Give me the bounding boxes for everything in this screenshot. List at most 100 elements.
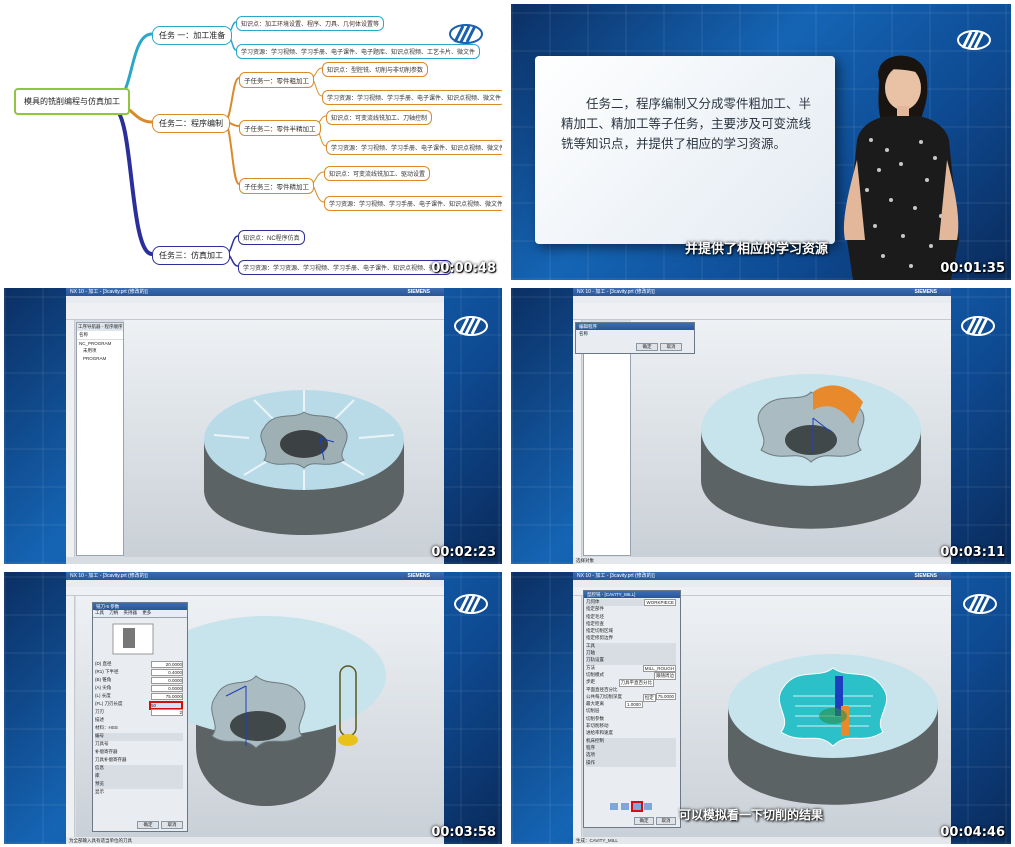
ok-button[interactable]: 确定 xyxy=(634,817,654,825)
tab-more[interactable]: 更多 xyxy=(140,610,153,615)
video-thumbnail-3[interactable]: NX 10 - 加工 - [3cavity.prt (修改的)] SIEMENS… xyxy=(4,288,502,564)
label-description: 描述 xyxy=(95,717,104,722)
subtask2-knowledge: 知识点：可变流线铣加工、刀轴控制 xyxy=(326,110,433,125)
section-numbers[interactable]: 编号 xyxy=(95,733,183,741)
tab-fixture[interactable]: 夹持器 xyxy=(122,610,140,615)
lecture-card: 任务二，程序编制又分成零件粗加工、半精加工、精加工等子任务，主要涉及可变流线铣等… xyxy=(535,56,835,244)
section-actions[interactable]: 操作 xyxy=(586,759,676,767)
cancel-button[interactable]: 取消 xyxy=(161,821,183,829)
field-diameter[interactable]: (D) 直径 20.0000 xyxy=(95,661,183,669)
part-model xyxy=(701,374,921,529)
field-stepover[interactable]: 步距 刀具平直百分比 xyxy=(586,679,676,688)
brand-logo-icon xyxy=(454,594,488,614)
navigator-item[interactable]: 未用项 xyxy=(77,347,123,355)
cancel-button[interactable]: 取消 xyxy=(660,343,682,351)
toolbar-2[interactable] xyxy=(573,311,951,320)
dialog-name-field[interactable]: 名称 xyxy=(576,330,694,338)
cavity-mill-dialog[interactable]: 型腔铣 - [CAVITY_MILL] 几何体 WORKPIECE 指定部件 指定… xyxy=(583,590,681,828)
section-options[interactable]: 选项 xyxy=(586,752,676,760)
field-length[interactable]: (L) 长度 75.0000 xyxy=(95,693,183,701)
section-tool[interactable]: 工具 xyxy=(586,642,676,651)
section-library[interactable]: 库 xyxy=(95,773,183,781)
field-percent-flat[interactable]: 平面直径百分比 75.0000 xyxy=(586,687,676,700)
operation-navigator[interactable]: 工序导航器 - 程序顺序 名称 NC_PROGRAM 未用项 PROGRAM xyxy=(76,322,124,556)
section-path-settings[interactable]: 刀轨设置 xyxy=(586,657,676,665)
nx-window: NX 10 - 加工 - [3cavity.prt (修改的)] SIEMENS… xyxy=(573,572,951,844)
toolbar[interactable] xyxy=(66,587,444,596)
window-title: NX 10 - 加工 - [3cavity.prt (修改的)] xyxy=(573,288,951,296)
feeds-speeds[interactable]: 进给率和速度 xyxy=(586,730,676,737)
cutting-parameters[interactable]: 切削参数 xyxy=(586,716,676,723)
field-flutes[interactable]: 刀刃 2 xyxy=(95,709,183,717)
replay-icon[interactable] xyxy=(621,803,630,810)
timestamp: 00:00:48 xyxy=(431,261,496,276)
cancel-button[interactable]: 取消 xyxy=(656,817,676,825)
section-info[interactable]: 信息 xyxy=(95,765,183,773)
dialog-tabs[interactable]: 工具 刀柄 夹持器 更多 xyxy=(93,610,187,618)
label-material: 材料：HSS xyxy=(95,725,118,730)
field-method[interactable]: 方法 MILL_ROUGH xyxy=(586,664,676,672)
lecture-card-text: 任务二，程序编制又分成零件粗加工、半精加工、精加工等子任务，主要涉及可变流线铣等… xyxy=(561,97,812,151)
video-thumbnail-2[interactable]: 任务二，程序编制又分成零件粗加工、半精加工、精加工等子任务，主要涉及可变流线铣等… xyxy=(511,4,1011,280)
field-cut-pattern[interactable]: 切削模式 跟随周边 xyxy=(586,671,676,680)
siemens-brand: SIEMENS xyxy=(914,573,937,579)
resource-bar[interactable] xyxy=(66,596,75,837)
video-thumbnail-5[interactable]: NX 10 - 加工 - [3cavity.prt (修改的)] SIEMENS… xyxy=(4,572,502,844)
navigator-item[interactable]: 名称 xyxy=(77,331,123,340)
timestamp: 00:02:23 xyxy=(431,545,496,560)
tab-tool[interactable]: 工具 xyxy=(93,610,106,615)
timestamp: 00:03:58 xyxy=(431,825,496,840)
resource-bar[interactable] xyxy=(573,320,582,557)
tool-parameters-dialog[interactable]: 铣刀-5 参数 工具 刀柄 夹持器 更多 (D) 直径 20.0000 (R1) … xyxy=(92,602,188,832)
graphics-window[interactable] xyxy=(124,320,444,557)
ok-button[interactable]: 确定 xyxy=(636,343,658,351)
brand-logo-icon xyxy=(449,24,483,44)
label-cutcom-register: 刀具补偿寄存器 xyxy=(95,757,127,762)
ok-button[interactable]: 确定 xyxy=(137,821,159,829)
task1-knowledge: 知识点：加工环境设置、程序、刀具、几何体设置等 xyxy=(236,16,385,31)
generate-icon[interactable] xyxy=(610,803,618,810)
tab-holder[interactable]: 刀柄 xyxy=(107,610,120,615)
window-title: NX 10 - 加工 - [3cavity.prt (修改的)] xyxy=(573,572,951,580)
graphics-window[interactable] xyxy=(631,320,951,557)
specify-trim-boundary[interactable]: 指定修剪边界 xyxy=(586,635,676,642)
subtask1-resources: 学习资源：学习视频、学习手册、电子课件、知识点视频、微文件 xyxy=(322,90,502,105)
subtask3-knowledge: 知识点：可变流线铣加工、驱动设置 xyxy=(324,166,431,181)
field-flute-length[interactable]: (FL) 刀刃长度 50 xyxy=(95,701,183,710)
subtask1-knowledge: 知识点：型腔铣、切削与非切削参数 xyxy=(322,62,429,77)
subtask2-node: 子任务二：零件半精加工 xyxy=(239,120,321,136)
subtask3-node: 子任务三：零件精加工 xyxy=(239,178,314,194)
navigator-item[interactable]: PROGRAM xyxy=(77,355,123,362)
subtask3-resources: 学习资源：学习视频、学习手册、电子课件、知识点视频、微文件 xyxy=(324,196,502,211)
navigator-header: 工序导航器 - 程序顺序 xyxy=(77,323,123,331)
resource-bar[interactable] xyxy=(66,320,75,557)
specify-part[interactable]: 指定部件 xyxy=(586,606,676,613)
task1-resources: 学习资源：学习视频、学习手册、电子课件、电子题库、知识点视频、工艺卡片、微文件 xyxy=(236,44,481,59)
siemens-brand: SIEMENS xyxy=(407,289,430,295)
cut-levels[interactable]: 切削层 xyxy=(586,708,676,715)
section-machine-control[interactable]: 机床控制 xyxy=(586,737,676,745)
siemens-brand: SIEMENS xyxy=(914,289,937,295)
checkbox-display[interactable]: 显示 xyxy=(95,789,183,797)
field-tip-angle[interactable]: (A) 尖角 0.0000 xyxy=(95,685,183,693)
list-icon[interactable] xyxy=(643,803,652,810)
video-thumbnail-4[interactable]: NX 10 - 加工 - [3cavity.prt (修改的)] SIEMENS… xyxy=(511,288,1011,564)
verify-icon[interactable] xyxy=(630,801,643,812)
section-list: 几何体 WORKPIECE 指定部件 指定毛坯 指定检查 指定切削区域 指定修剪边… xyxy=(586,599,676,767)
edit-program-dialog[interactable]: 编辑程序 名称 确定 取消 xyxy=(575,322,695,354)
dialog-title: 编辑程序 xyxy=(576,323,694,330)
video-thumbnail-1[interactable]: 模具的铣削编程与仿真加工 任务 一：加工准备 知识点：加工环境设置、程序、刀具、… xyxy=(4,4,502,280)
navigator-item[interactable]: NC_PROGRAM xyxy=(77,340,123,347)
resource-bar[interactable] xyxy=(573,596,582,837)
brand-logo-icon xyxy=(961,316,995,336)
siemens-brand: SIEMENS xyxy=(407,573,430,579)
field-taper-angle[interactable]: (B) 锥角 0.0000 xyxy=(95,677,183,685)
section-program[interactable]: 程序 xyxy=(586,744,676,753)
part-model xyxy=(204,390,404,535)
section-preview[interactable]: 预览 xyxy=(95,781,183,789)
field-lower-radius[interactable]: (R1) 下半径 0.4000 xyxy=(95,669,183,677)
toolbar-2[interactable] xyxy=(66,311,444,320)
specify-blank[interactable]: 指定毛坯 xyxy=(586,614,676,621)
operation-navigator[interactable] xyxy=(583,322,631,556)
video-thumbnail-6[interactable]: NX 10 - 加工 - [3cavity.prt (修改的)] SIEMENS… xyxy=(511,572,1011,844)
